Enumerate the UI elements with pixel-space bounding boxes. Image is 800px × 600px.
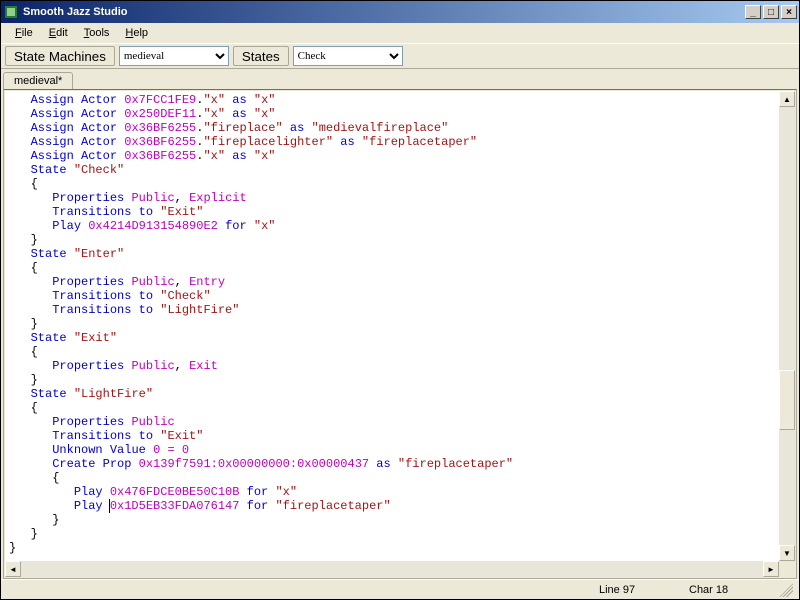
minimize-button[interactable]: _ — [745, 5, 761, 19]
tab-medieval[interactable]: medieval* — [3, 72, 73, 90]
horizontal-scrollbar[interactable]: ◄ ► — [5, 561, 779, 577]
states-button[interactable]: States — [233, 46, 289, 66]
scroll-down-icon[interactable]: ▼ — [779, 545, 795, 561]
status-bar: Line 97 Char 18 — [1, 579, 799, 599]
scroll-left-icon[interactable]: ◄ — [5, 561, 21, 577]
menu-bar: File Edit Tools Help — [1, 23, 799, 43]
window-title: Smooth Jazz Studio — [23, 6, 128, 18]
states-select[interactable]: Check — [293, 46, 403, 66]
scroll-right-icon[interactable]: ► — [763, 561, 779, 577]
title-bar: Smooth Jazz Studio _ □ × — [1, 1, 799, 23]
code-editor[interactable]: Assign Actor 0x7FCC1FE9."x" as "x" Assig… — [5, 91, 779, 577]
maximize-button[interactable]: □ — [763, 5, 779, 19]
close-button[interactable]: × — [781, 5, 797, 19]
status-line: Line 97 — [599, 584, 659, 596]
toolbar: State Machines medieval States Check — [1, 43, 799, 69]
menu-edit[interactable]: Edit — [41, 25, 76, 41]
state-machines-select[interactable]: medieval — [119, 46, 229, 66]
menu-help[interactable]: Help — [117, 25, 156, 41]
state-machines-button[interactable]: State Machines — [5, 46, 115, 66]
vertical-scrollbar[interactable]: ▲ ▼ — [779, 91, 795, 561]
editor-frame: Assign Actor 0x7FCC1FE9."x" as "x" Assig… — [3, 89, 797, 579]
scroll-up-icon[interactable]: ▲ — [779, 91, 795, 107]
menu-tools[interactable]: Tools — [76, 25, 118, 41]
scroll-thumb[interactable] — [779, 370, 795, 430]
resize-grip-icon[interactable] — [779, 583, 793, 597]
status-char: Char 18 — [689, 584, 749, 596]
tab-strip: medieval* — [1, 69, 799, 89]
menu-file[interactable]: File — [7, 25, 41, 41]
app-icon — [3, 4, 19, 20]
